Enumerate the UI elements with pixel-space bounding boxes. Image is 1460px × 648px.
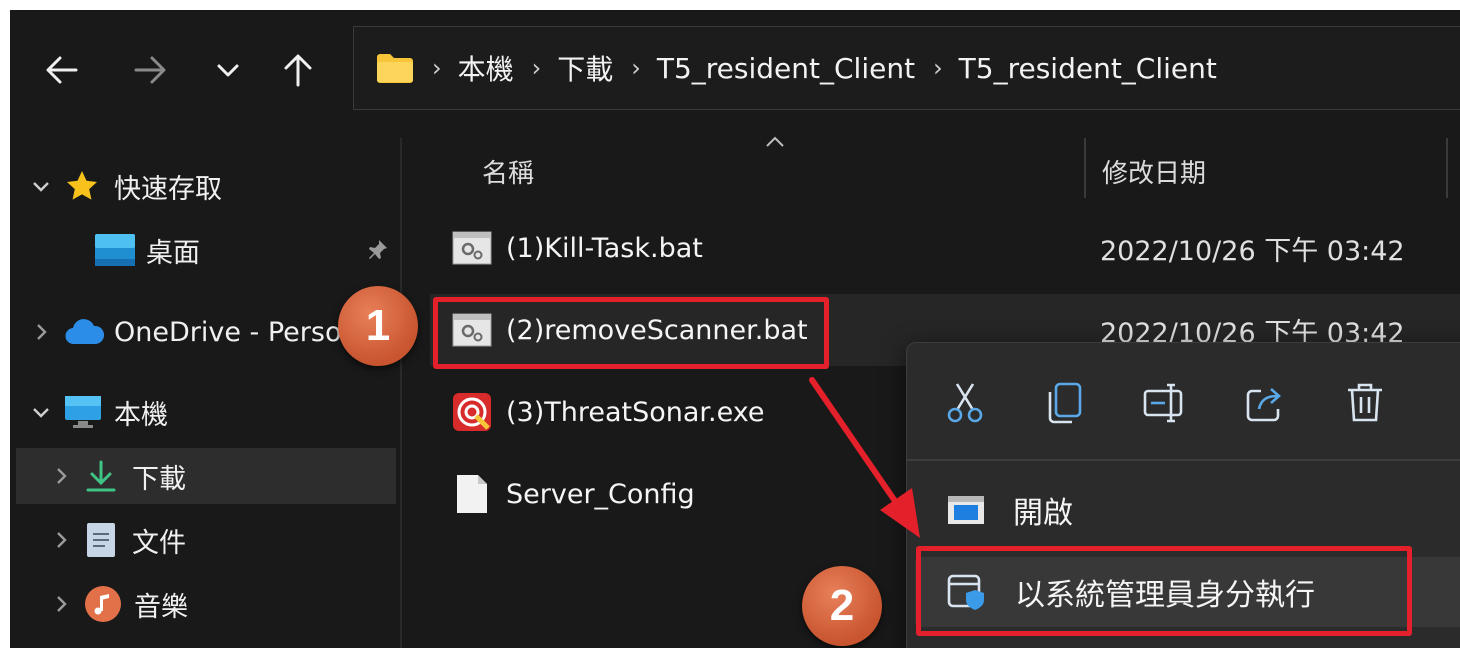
folder-icon [377,54,413,83]
breadcrumb-this-pc[interactable]: 本機 [458,48,514,88]
column-header-modified[interactable]: 修改日期 [1102,138,1206,204]
sidebar-item-quick-access[interactable]: 快速存取 [16,158,396,214]
chevron-right-icon [37,324,47,340]
file-name: (1)Kill-Task.bat [506,232,703,264]
sidebar-item-label: 文件 [132,527,186,559]
file-name: (3)ThreatSonar.exe [506,396,765,428]
delete-button[interactable] [1339,377,1391,429]
chevron-right-icon: › [933,54,943,82]
sidebar-item-label: OneDrive - Perso [114,316,342,348]
pin-icon[interactable] [364,237,390,263]
menu-item-label: 開啟 [1013,496,1073,531]
column-resize-handle[interactable] [1446,138,1448,198]
step-badge-1: 1 [338,286,418,366]
breadcrumb-folder-2[interactable]: T5_resident_Client [959,52,1217,85]
sidebar-item-label: 下載 [132,463,186,495]
pane-divider[interactable] [400,138,402,648]
chevron-right-icon [57,596,67,612]
sidebar-item-documents[interactable]: 文件 [16,512,396,568]
open-window-icon [948,496,984,524]
sidebar-item-this-pc[interactable]: 本機 [16,384,396,440]
chevron-right-icon: › [531,54,542,82]
chevron-right-icon: › [631,54,641,82]
sidebar-item-label: 音樂 [134,591,188,623]
file-row[interactable]: (1)Kill-Task.bat 2022/10/26 下午 03:42 [430,212,1460,284]
up-button[interactable] [270,42,326,98]
rename-icon [1143,383,1183,423]
chevron-down-icon [33,408,49,418]
column-header-name[interactable]: 名稱 [482,138,534,204]
chevron-down-icon [33,182,49,192]
generic-file-icon [457,475,487,513]
menu-separator [907,459,1460,461]
batch-file-icon [452,231,492,265]
sidebar-item-music[interactable]: 音樂 [16,576,396,632]
column-resize-handle[interactable] [1084,138,1086,198]
chevron-right-icon [57,532,67,548]
sidebar-item-label: 快速存取 [114,173,222,205]
sidebar-item-desktop[interactable]: 桌面 [16,222,396,278]
delete-icon [1348,383,1382,422]
share-icon [1246,388,1281,422]
rename-button[interactable] [1139,377,1191,429]
desktop-icon [95,234,135,266]
cut-icon [947,383,983,423]
recent-locations-button[interactable] [200,42,256,98]
navigation-pane: 快速存取 桌面 OneDrive - Perso 本機 下載 文件 音樂 [10,138,402,648]
sidebar-item-label: 本機 [114,399,168,431]
back-button[interactable] [34,42,90,98]
download-icon [86,460,116,492]
chevron-right-icon [57,468,67,484]
breadcrumb-folder-1[interactable]: T5_resident_Client [657,52,915,85]
chevron-down-icon [217,64,239,77]
step-badge-2: 2 [802,566,882,646]
up-arrow-icon [284,54,312,87]
share-button[interactable] [1239,377,1291,429]
annotation-arrow-icon [809,377,920,538]
menu-item-open[interactable]: 開啟 E [915,475,1460,545]
highlight-box-step-1 [433,297,829,369]
document-icon [87,523,115,557]
back-arrow-icon [46,56,78,84]
monitor-icon [65,396,101,428]
sort-ascending-icon [766,136,784,147]
sidebar-item-downloads[interactable]: 下載 [16,448,396,504]
copy-button[interactable] [1039,377,1091,429]
file-explorer-window: › 本機 › 下載 › T5_resident_Client › T5_resi… [10,10,1460,648]
address-bar[interactable]: › 本機 › 下載 › T5_resident_Client › T5_resi… [353,26,1460,110]
file-name: Server_Config [506,478,695,510]
forward-button[interactable] [122,42,178,98]
sidebar-item-label: 桌面 [146,237,200,269]
file-date: 2022/10/26 下午 03:42 [1100,235,1405,267]
music-icon [85,586,121,622]
cloud-icon [65,319,104,345]
copy-icon [1048,382,1082,424]
breadcrumb-downloads[interactable]: 下載 [557,48,613,88]
threatsonar-app-icon [453,393,491,431]
highlight-box-step-2 [916,546,1412,636]
forward-arrow-icon [134,56,166,84]
star-icon [67,171,97,200]
chevron-right-icon: › [432,54,442,82]
